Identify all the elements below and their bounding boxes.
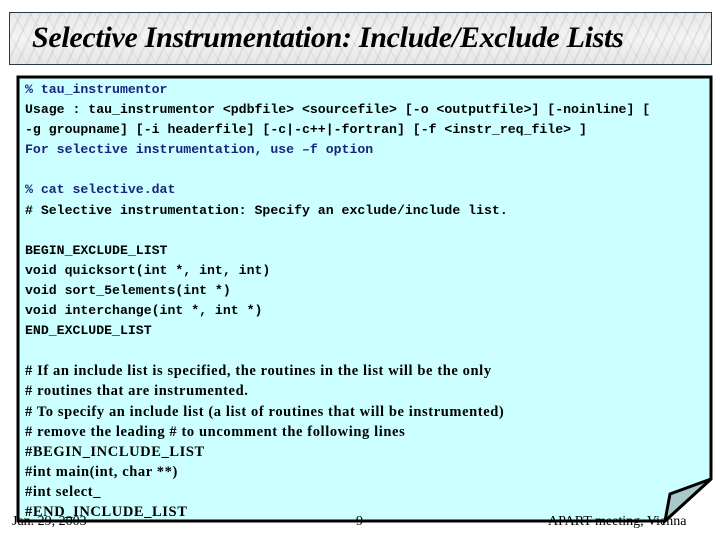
code-line: # routines that are instrumented. <box>25 383 249 400</box>
code-line: -g groupname] [-i headerfile] [-c|-c++|-… <box>25 122 587 138</box>
code-line: END_EXCLUDE_LIST <box>25 323 152 339</box>
code-line: For selective instrumentation, use –f op… <box>25 142 374 158</box>
code-line: void sort_5elements(int *) <box>25 282 231 298</box>
code-line: #BEGIN_INCLUDE_LIST <box>25 443 205 460</box>
footer-page-number: 9 <box>356 514 363 529</box>
code-line: #int select_ <box>25 483 102 500</box>
code-line: void quicksort(int *, int, int) <box>25 262 271 278</box>
code-line: # If an include list is specified, the r… <box>25 363 492 380</box>
code-line: BEGIN_EXCLUDE_LIST <box>25 242 168 258</box>
code-listing: % tau_instrumentor Usage : tau_instrument… <box>25 80 705 522</box>
code-line: # Selective instrumentation: Specify an … <box>25 202 508 218</box>
code-line: % cat selective.dat <box>25 182 176 198</box>
footer-event: APART meeting, Vienna <box>548 514 687 529</box>
code-line: # remove the leading # to uncomment the … <box>25 423 406 440</box>
code-line: % tau_instrumentor <box>25 82 168 97</box>
footer-date: Jan. 29, 2003 <box>12 514 87 529</box>
code-line: #int main(int, char **) <box>25 463 178 480</box>
code-line: void interchange(int *, int *) <box>25 303 263 319</box>
code-line: Usage : tau_instrumentor <pdbfile> <sour… <box>25 102 651 118</box>
code-line: # To specify an include list (a list of … <box>25 403 505 420</box>
